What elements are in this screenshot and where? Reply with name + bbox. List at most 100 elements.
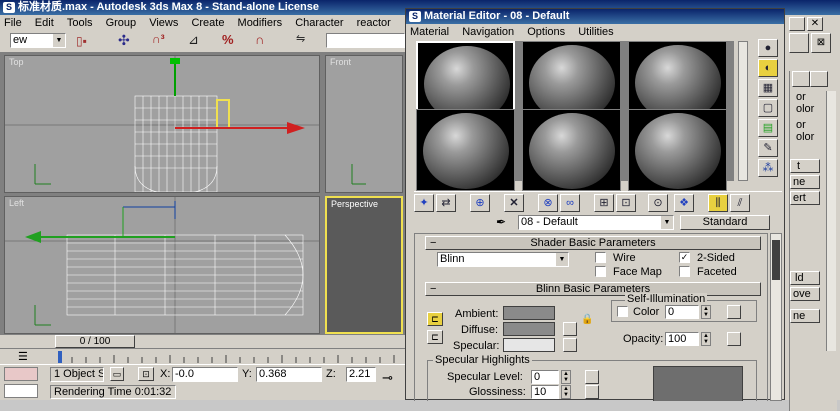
faceted-checkbox[interactable] (679, 266, 690, 277)
sample-uv-icon[interactable]: ▢ (758, 99, 778, 117)
assign-material-icon[interactable]: ⊕ (470, 194, 490, 212)
z-coordinate-field[interactable]: 2.21 (346, 367, 376, 382)
key-icon[interactable]: ⊸ (382, 371, 402, 385)
scrollbar-thumb[interactable] (772, 240, 780, 280)
y-coordinate-field[interactable]: 0.368 (256, 367, 322, 382)
reset-map-icon[interactable]: ✕ (504, 194, 524, 212)
menu-material[interactable]: Material (406, 24, 455, 40)
go-forward-icon[interactable]: ⫽ (730, 194, 750, 212)
wire-checkbox[interactable] (595, 252, 606, 263)
make-preview-icon[interactable]: ✎ (758, 139, 778, 157)
named-selection-field[interactable] (326, 33, 405, 48)
self-illum-spinner[interactable]: ▲ ▼ (701, 305, 711, 319)
absolute-mode-icon[interactable]: ⊡ (138, 367, 154, 381)
panel-button-2[interactable]: ne (790, 175, 820, 189)
move-icon[interactable]: ✣ (118, 32, 134, 50)
self-illum-value-field[interactable]: 0 (665, 305, 699, 319)
specular-level-field[interactable]: 0 (531, 370, 559, 384)
track-view-icon[interactable]: ☰ (18, 350, 36, 364)
maxscript-listener-white[interactable] (4, 384, 38, 398)
opacity-field[interactable]: 100 (665, 332, 699, 346)
sample-slot-scrollbar[interactable] (738, 41, 748, 181)
menu-file[interactable]: File (0, 15, 28, 31)
opacity-spinner[interactable]: ▲ ▼ (701, 332, 711, 346)
shader-rollout-header[interactable]: − Shader Basic Parameters (425, 236, 761, 250)
snap-icon[interactable]: ⊿ (188, 32, 214, 50)
options-icon[interactable]: ⁂ (758, 159, 778, 177)
put-to-library-icon[interactable]: ⊞ (594, 194, 614, 212)
menu-views[interactable]: Views (145, 15, 184, 31)
time-slider-thumb[interactable]: 0 / 100 (55, 335, 135, 348)
panel-button-1[interactable]: t (790, 159, 820, 173)
sample-slot-5[interactable] (522, 109, 621, 191)
material-name-dropdown[interactable]: 08 - Default ▼ (518, 215, 674, 230)
face-map-checkbox[interactable] (595, 266, 606, 277)
opacity-map-button[interactable] (727, 332, 741, 346)
background-icon[interactable]: ▦ (758, 79, 778, 97)
panel-button-4[interactable]: ld (790, 271, 820, 285)
show-end-result-icon[interactable]: ❖ (674, 194, 694, 212)
material-type-button[interactable]: Standard (680, 215, 770, 230)
quick-render-icon[interactable]: ⊠ (811, 33, 831, 53)
menu-tools[interactable]: Tools (63, 15, 99, 31)
lock-ambient-diffuse-icon[interactable]: ⊏ (427, 312, 443, 326)
shader-type-dropdown[interactable]: Blinn ▼ (437, 252, 569, 267)
self-illum-color-checkbox[interactable] (617, 306, 628, 317)
panel-tab-2[interactable] (810, 71, 828, 87)
pick-material-icon[interactable]: ✒ (496, 215, 512, 229)
panel-button-3[interactable]: ert (790, 191, 820, 205)
selection-filter-dropdown[interactable]: ew ▼ (10, 33, 66, 48)
menu-edit[interactable]: Edit (31, 15, 60, 31)
specular-map-button[interactable] (563, 338, 577, 352)
specular-level-map-button[interactable] (585, 370, 599, 384)
lock-selection-icon[interactable]: ▭ (110, 367, 124, 381)
render-scene-icon[interactable] (789, 33, 809, 53)
minimize-button[interactable] (789, 17, 805, 31)
angle-snap-icon[interactable]: ∩³ (152, 32, 178, 50)
maxscript-listener-swatch[interactable] (4, 367, 38, 381)
menu-modifiers[interactable]: Modifiers (234, 15, 289, 31)
viewport-top[interactable]: Top (4, 55, 320, 193)
ambient-color-swatch[interactable] (503, 306, 555, 320)
panel-scrollbar[interactable] (826, 91, 836, 351)
menu-group[interactable]: Group (102, 15, 143, 31)
two-sided-checkbox[interactable]: ✓ (679, 252, 690, 263)
select-icon[interactable]: ▯▪ (76, 34, 98, 49)
menu-options[interactable]: Options (523, 24, 571, 40)
menu-navigation[interactable]: Navigation (458, 24, 520, 40)
viewport-front[interactable]: Front (325, 55, 403, 193)
show-map-icon[interactable]: ⊙ (648, 194, 668, 212)
time-slider-track[interactable]: 0 / 100 (0, 335, 405, 348)
glossiness-field[interactable]: 10 (531, 385, 559, 399)
mirror-text-icon[interactable]: ⇋ (296, 32, 320, 50)
make-copy-icon[interactable]: ⊗ (538, 194, 558, 212)
make-unique-icon[interactable]: ∞ (560, 194, 580, 212)
blinn-rollout-header[interactable]: − Blinn Basic Parameters (425, 282, 761, 296)
glossiness-spinner[interactable]: ▲ ▼ (561, 385, 571, 399)
menu-reactor[interactable]: reactor (353, 15, 397, 31)
diffuse-map-button[interactable] (563, 322, 577, 336)
self-illum-map-button[interactable] (727, 305, 741, 319)
close-button[interactable]: ✕ (807, 17, 823, 31)
diffuse-color-swatch[interactable] (503, 322, 555, 336)
x-coordinate-field[interactable]: -0.0 (172, 367, 238, 382)
viewport-left[interactable]: Left (4, 196, 320, 334)
specular-level-spinner[interactable]: ▲ ▼ (561, 370, 571, 384)
get-material-icon[interactable]: ✦ (414, 194, 434, 212)
viewport-perspective[interactable]: Perspective (325, 196, 403, 334)
spinner-snap-icon[interactable]: ∩ (255, 32, 279, 50)
put-to-scene-icon[interactable]: ⇄ (436, 194, 456, 212)
material-editor-title-bar[interactable]: S Material Editor - 08 - Default (406, 9, 784, 24)
parameters-scrollbar[interactable] (770, 233, 782, 401)
material-effects-icon[interactable]: ⊡ (616, 194, 636, 212)
lock-diffuse-specular-icon[interactable]: ⊏ (427, 330, 443, 344)
viewport-label-perspective[interactable]: Perspective (331, 199, 378, 209)
panel-button-5[interactable]: ove (790, 287, 820, 301)
lock-icon[interactable]: 🔒 (581, 314, 595, 326)
panel-tab-icon[interactable] (792, 71, 810, 87)
backlight-icon[interactable]: ◐ (758, 59, 778, 77)
sample-type-icon[interactable]: ● (758, 39, 778, 57)
go-to-parent-icon[interactable]: ⫼ (708, 194, 728, 212)
glossiness-map-button[interactable] (585, 385, 599, 399)
sample-slot-6[interactable] (628, 109, 727, 191)
